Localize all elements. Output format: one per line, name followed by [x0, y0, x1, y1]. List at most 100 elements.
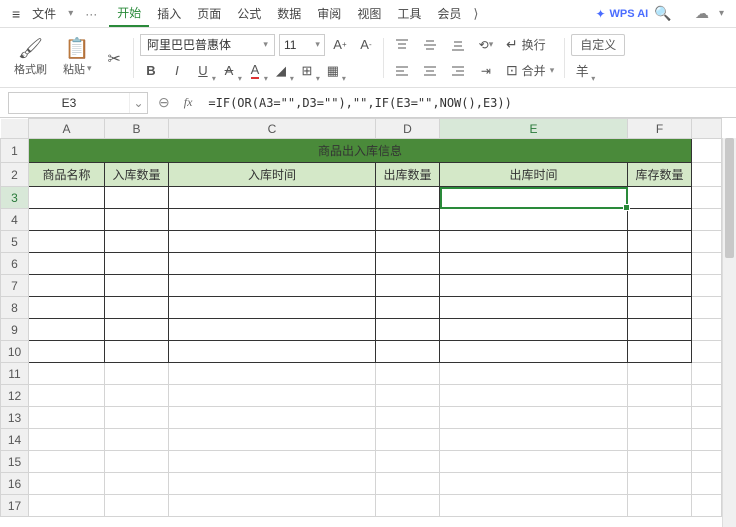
increase-font-button[interactable]: A+ — [329, 34, 351, 56]
cell[interactable] — [692, 429, 722, 451]
cell[interactable] — [105, 275, 169, 297]
menu-tab-7[interactable]: 工具 — [389, 1, 429, 26]
cell[interactable] — [105, 407, 169, 429]
menu-tab-1[interactable]: 插入 — [149, 1, 189, 26]
column-header[interactable]: C — [169, 119, 376, 139]
cell[interactable] — [105, 187, 169, 209]
row-header[interactable]: 12 — [1, 385, 29, 407]
cell[interactable] — [692, 473, 722, 495]
cell[interactable] — [169, 253, 376, 275]
file-dropdown-icon[interactable]: ▾ — [64, 6, 77, 21]
cell[interactable] — [628, 473, 692, 495]
cell[interactable] — [29, 407, 105, 429]
cell[interactable] — [628, 209, 692, 231]
table-column-header[interactable]: 商品名称 — [29, 163, 105, 187]
cell[interactable] — [29, 385, 105, 407]
cell[interactable] — [29, 187, 105, 209]
row-header[interactable]: 11 — [1, 363, 29, 385]
hamburger-icon[interactable]: ≡ — [8, 4, 24, 24]
cell[interactable] — [628, 187, 692, 209]
cell[interactable] — [440, 407, 628, 429]
cell[interactable] — [628, 341, 692, 363]
cell[interactable] — [105, 209, 169, 231]
cell[interactable] — [628, 385, 692, 407]
merge-cells-button[interactable]: ⊡ 合并 ▾ — [502, 62, 558, 79]
cloud-sync-icon[interactable]: ☁ — [689, 3, 715, 24]
row-header[interactable]: 14 — [1, 429, 29, 451]
cell[interactable] — [692, 363, 722, 385]
wrap-text-button[interactable]: ↵ 换行 — [502, 36, 550, 53]
cell[interactable] — [376, 187, 440, 209]
cell[interactable] — [628, 297, 692, 319]
menu-tab-8[interactable]: 会员 — [429, 1, 469, 26]
row-header[interactable]: 7 — [1, 275, 29, 297]
cell[interactable] — [628, 319, 692, 341]
column-header[interactable]: E — [440, 119, 628, 139]
row-header[interactable]: 10 — [1, 341, 29, 363]
cell[interactable] — [692, 407, 722, 429]
cell[interactable] — [29, 451, 105, 473]
cell[interactable] — [440, 451, 628, 473]
table-column-header[interactable]: 入库数量 — [105, 163, 169, 187]
cell[interactable] — [29, 297, 105, 319]
cancel-formula-icon[interactable]: ⊖ — [156, 94, 172, 111]
wps-ai-button[interactable]: ✦ WPS AI — [595, 7, 648, 21]
cell[interactable] — [376, 451, 440, 473]
cell[interactable] — [376, 429, 440, 451]
cell[interactable] — [29, 473, 105, 495]
cell[interactable] — [440, 429, 628, 451]
cell[interactable] — [29, 253, 105, 275]
cell[interactable] — [169, 473, 376, 495]
column-header[interactable]: B — [105, 119, 169, 139]
cell[interactable] — [440, 363, 628, 385]
row-header[interactable]: 1 — [1, 139, 29, 163]
cell[interactable] — [29, 209, 105, 231]
cell[interactable] — [29, 275, 105, 297]
cell[interactable] — [692, 495, 722, 517]
cell[interactable] — [105, 363, 169, 385]
cell[interactable] — [29, 363, 105, 385]
cell[interactable] — [169, 429, 376, 451]
cell[interactable] — [169, 451, 376, 473]
cell[interactable] — [628, 429, 692, 451]
cell[interactable] — [692, 139, 722, 163]
cell[interactable] — [169, 231, 376, 253]
cell[interactable] — [376, 319, 440, 341]
cell[interactable] — [105, 495, 169, 517]
borders-button[interactable]: ⊞ — [296, 60, 318, 82]
cell[interactable] — [376, 363, 440, 385]
paste-button[interactable]: 📋 粘贴▾ — [57, 37, 98, 79]
row-header[interactable]: 13 — [1, 407, 29, 429]
cut-button[interactable]: ✂ — [102, 46, 127, 70]
more-menu[interactable]: ··· — [79, 5, 103, 23]
strikethrough-button[interactable]: A — [218, 60, 240, 82]
align-right-button[interactable] — [446, 60, 470, 82]
cell[interactable] — [29, 341, 105, 363]
select-all-corner[interactable] — [1, 119, 29, 139]
row-header[interactable]: 17 — [1, 495, 29, 517]
cell[interactable] — [376, 407, 440, 429]
font-size-select[interactable]: 11 ▾ — [279, 34, 325, 56]
cell[interactable] — [376, 297, 440, 319]
cell[interactable] — [692, 385, 722, 407]
cell[interactable] — [105, 385, 169, 407]
cell[interactable] — [105, 451, 169, 473]
cloud-dropdown-icon[interactable]: ▾ — [715, 6, 728, 21]
menu-tab-5[interactable]: 审阅 — [309, 1, 349, 26]
cell[interactable] — [376, 385, 440, 407]
row-header[interactable]: 15 — [1, 451, 29, 473]
row-header[interactable]: 16 — [1, 473, 29, 495]
row-header[interactable]: 9 — [1, 319, 29, 341]
cell[interactable] — [628, 363, 692, 385]
cell[interactable] — [440, 473, 628, 495]
format-painter-button[interactable]: 🖌 格式刷 — [8, 37, 53, 79]
cell[interactable] — [29, 319, 105, 341]
row-header[interactable]: 2 — [1, 163, 29, 187]
align-center-button[interactable] — [418, 60, 442, 82]
cell[interactable] — [692, 451, 722, 473]
cell[interactable] — [440, 209, 628, 231]
cell[interactable] — [628, 253, 692, 275]
cell[interactable] — [628, 495, 692, 517]
cell[interactable] — [692, 341, 722, 363]
menu-tab-6[interactable]: 视图 — [349, 1, 389, 26]
